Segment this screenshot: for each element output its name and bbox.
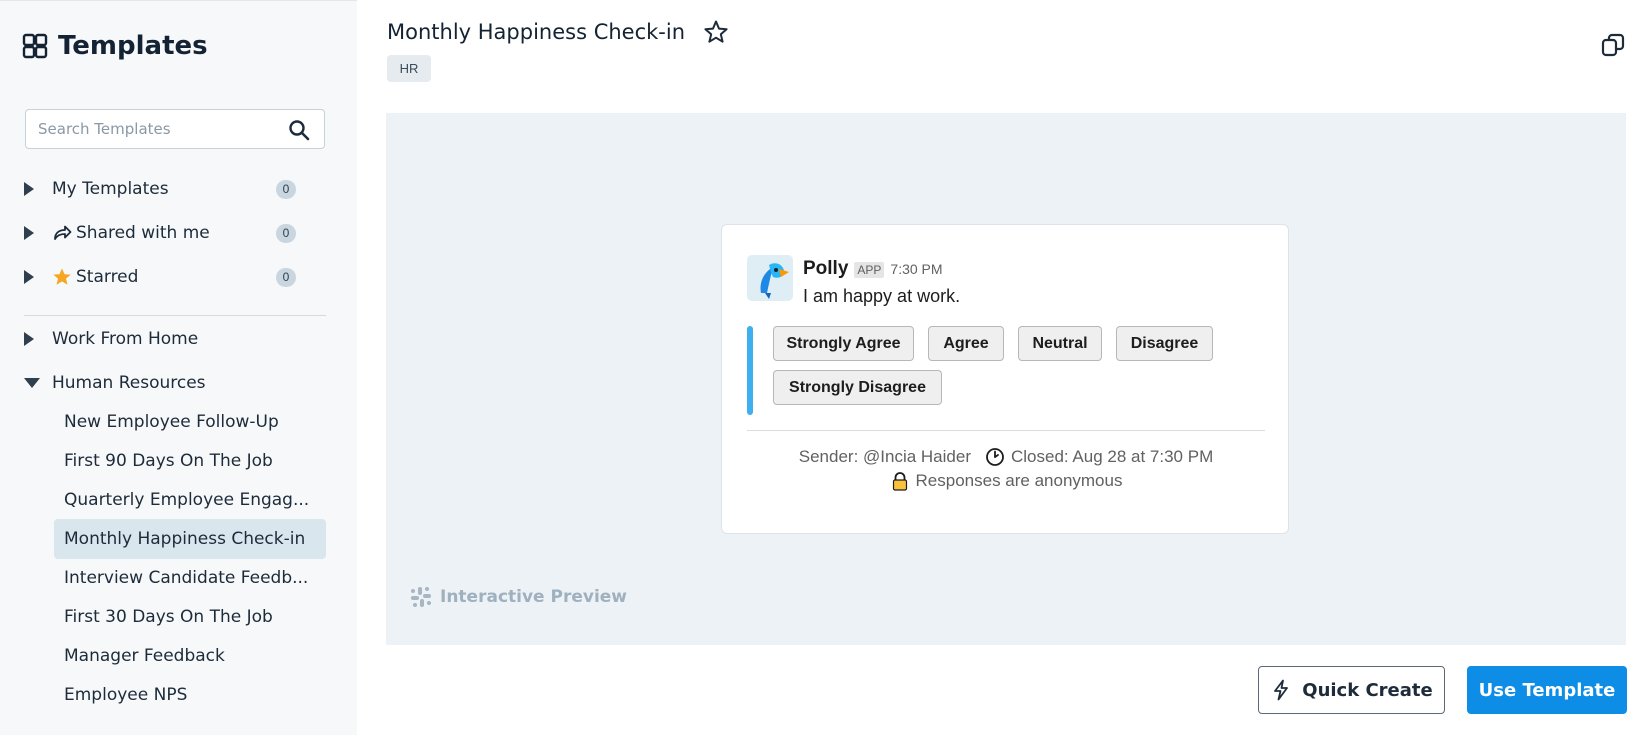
anonymous-line: Responses are anonymous [915, 471, 1123, 490]
polly-avatar [747, 255, 793, 301]
option-agree-button[interactable]: Agree [928, 326, 1004, 361]
nav-my-templates[interactable]: My Templates 0 [24, 173, 296, 205]
template-item[interactable]: New Employee Follow-Up [54, 402, 326, 442]
share-arrow-icon [52, 223, 72, 243]
nav-shared-with-me[interactable]: Shared with me 0 [24, 217, 296, 249]
nav-label: My Templates [52, 179, 169, 199]
count-badge: 0 [276, 180, 296, 199]
template-item[interactable]: Quarterly Employee Engag... [54, 480, 326, 520]
poll-meta: Sender: @Incia Haider Closed: Aug 28 at … [722, 447, 1290, 467]
page-title: Monthly Happiness Check-in [387, 20, 686, 44]
sidebar-divider [24, 315, 326, 316]
collapse-arrow-icon [24, 378, 40, 388]
category-tag: HR [387, 55, 431, 82]
template-item[interactable]: First 90 Days On The Job [54, 441, 326, 481]
closed-line: Closed: Aug 28 at 7:30 PM [1010, 447, 1214, 466]
template-item[interactable]: Employee NPS [54, 675, 326, 715]
lock-icon [892, 472, 907, 491]
use-template-label: Use Template [1478, 679, 1616, 701]
use-template-button[interactable]: Use Template [1467, 666, 1627, 714]
template-item[interactable]: First 30 Days On The Job [54, 597, 326, 637]
brand-title: Templates [58, 31, 208, 61]
template-item[interactable]: Manager Feedback [54, 636, 326, 676]
template-item[interactable]: Interview Candidate Feedb... [54, 558, 326, 598]
card-divider [747, 430, 1265, 431]
option-strongly-disagree-button[interactable]: Strongly Disagree [773, 370, 942, 405]
quick-create-button[interactable]: Quick Create [1258, 666, 1445, 714]
option-neutral-button[interactable]: Neutral [1018, 326, 1102, 361]
interactive-preview-label: Interactive Preview [410, 586, 627, 608]
copy-icon[interactable] [1600, 32, 1626, 58]
clock-icon [986, 448, 1004, 466]
expand-arrow-icon [24, 226, 34, 240]
nav-label: Starred [76, 267, 139, 287]
lightning-icon [1274, 679, 1289, 701]
count-badge: 0 [276, 268, 296, 287]
sender-name: Polly [803, 258, 849, 279]
count-badge: 0 [276, 224, 296, 243]
expand-arrow-icon [24, 332, 34, 346]
message-time: 7:30 PM [890, 261, 943, 277]
option-disagree-button[interactable]: Disagree [1116, 326, 1213, 361]
nav-human-resources[interactable]: Human Resources [24, 367, 296, 399]
nav-label: Shared with me [76, 223, 210, 243]
poll-question: I am happy at work. [803, 286, 961, 306]
search-icon[interactable] [288, 119, 310, 141]
nav-starred[interactable]: Starred 0 [24, 261, 296, 293]
sidebar: Templates My Templates 0 Shared with me … [0, 0, 357, 735]
search-box [25, 109, 325, 149]
search-input[interactable] [26, 110, 276, 148]
message-header: Polly APP 7:30 PM [803, 258, 943, 280]
slack-logo-icon [411, 587, 431, 607]
sender-line: Sender: @Incia Haider [798, 447, 971, 466]
message-card: Polly APP 7:30 PM I am happy at work. St… [721, 224, 1289, 534]
nav-label: Work From Home [52, 329, 199, 349]
preview-panel: Polly APP 7:30 PM I am happy at work. St… [386, 113, 1626, 645]
nav-label: Human Resources [52, 373, 206, 393]
brand: Templates [22, 31, 208, 61]
templates-grid-icon [22, 33, 48, 59]
star-icon [52, 267, 72, 287]
nav-work-from-home[interactable]: Work From Home [24, 323, 296, 355]
expand-arrow-icon [24, 182, 34, 196]
attachment-accent-bar [747, 326, 753, 415]
expand-arrow-icon [24, 270, 34, 284]
interactive-preview-text: Interactive Preview [440, 587, 628, 607]
star-outline-icon[interactable] [703, 19, 729, 45]
quick-create-label: Quick Create [1302, 679, 1433, 701]
anonymous-note: Responses are anonymous [722, 471, 1290, 491]
template-item-active[interactable]: Monthly Happiness Check-in [54, 519, 326, 559]
app-badge: APP [854, 262, 885, 278]
option-strongly-agree-button[interactable]: Strongly Agree [773, 326, 914, 361]
